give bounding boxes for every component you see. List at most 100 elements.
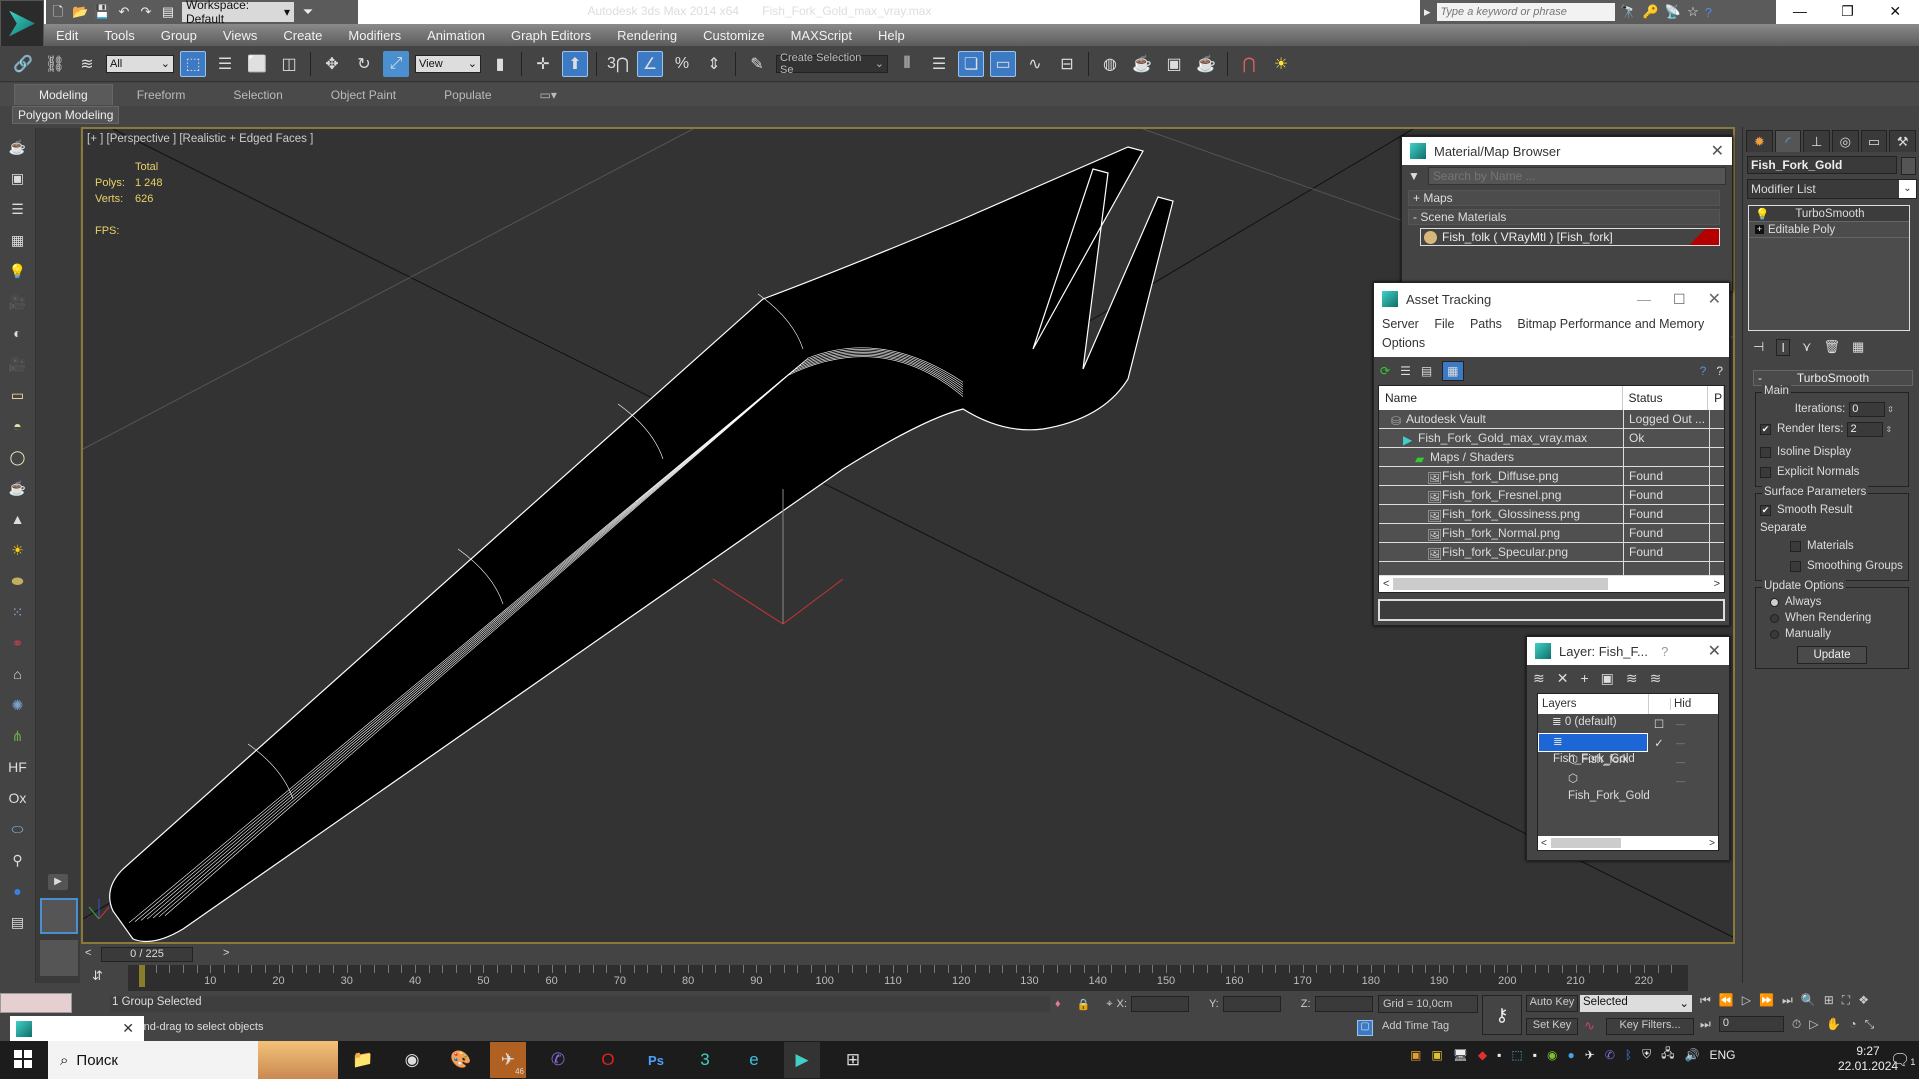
menu-options[interactable]: Options xyxy=(1382,336,1425,350)
tray-app-icon[interactable]: ◆ xyxy=(1478,1048,1487,1062)
rotate-icon[interactable]: ↻ xyxy=(351,51,377,77)
telegram-tray-icon[interactable]: ● xyxy=(1568,1048,1575,1062)
column-hide[interactable]: Hid xyxy=(1670,698,1691,710)
render-setup-icon[interactable]: ☕ xyxy=(1129,51,1155,77)
teapot-icon[interactable]: ☕ xyxy=(7,136,29,158)
display-tab-icon[interactable]: ▭ xyxy=(1860,130,1888,152)
select-object-icon[interactable]: ⬚ xyxy=(180,50,206,77)
help-icon[interactable]: ? xyxy=(1700,364,1707,378)
zoom-extents-icon[interactable]: ⛶ xyxy=(1842,993,1850,1008)
key-filters-button[interactable]: Key Filters... xyxy=(1606,1018,1694,1035)
bluetooth-icon[interactable]: ᛒ xyxy=(1625,1048,1632,1062)
x-field[interactable] xyxy=(1130,996,1189,1012)
configure-sets-icon[interactable]: ▦ xyxy=(1852,339,1864,356)
script-icon[interactable]: ▤ xyxy=(7,911,29,933)
minimized-max-window[interactable]: ✕ xyxy=(10,1016,144,1041)
single-viewport-layout[interactable] xyxy=(40,898,78,934)
polygon-modeling-panel[interactable]: Polygon Modeling xyxy=(12,106,120,124)
close-button[interactable]: ✕ xyxy=(1708,289,1721,309)
expand-layouts-icon[interactable]: ▶ xyxy=(48,874,68,890)
keyword-search-input[interactable] xyxy=(1436,3,1615,21)
zoom-all-icon[interactable]: ⊞ xyxy=(1824,993,1834,1008)
3dsmax-active-icon[interactable]: ▶ xyxy=(784,1042,820,1078)
modifier-list-dropdown[interactable]: Modifier List ⌄ xyxy=(1747,179,1917,199)
window-crossing-icon[interactable]: ◫ xyxy=(276,51,302,77)
layer-manager-icon[interactable]: ❏ xyxy=(958,50,984,77)
menu-tools[interactable]: Tools xyxy=(104,28,134,43)
photoshop-icon[interactable]: Ps xyxy=(641,1046,671,1074)
viber-tray-icon[interactable]: ✆ xyxy=(1605,1048,1615,1062)
percent-snap-icon[interactable]: % xyxy=(669,51,695,77)
lock-icon[interactable]: 🔒 xyxy=(1077,998,1091,1011)
maximize-button[interactable]: ☐ xyxy=(1673,291,1686,308)
reference-coord-dropdown[interactable]: View ⌄ xyxy=(415,54,481,73)
column-proxy[interactable]: Pr xyxy=(1708,386,1724,410)
z-field[interactable] xyxy=(1314,996,1373,1012)
time-tag-icon[interactable]: ▢ xyxy=(1357,1020,1373,1036)
set-key-button[interactable]: Set Key xyxy=(1526,1018,1578,1035)
key-icon[interactable]: 🔑 xyxy=(1643,4,1659,20)
stack-item-editable-poly[interactable]: + Editable Poly xyxy=(1749,222,1909,238)
select-manipulate-icon[interactable]: ✛ xyxy=(530,51,556,77)
asset-hscrollbar[interactable]: < > xyxy=(1379,576,1724,592)
close-icon[interactable]: ✕ xyxy=(1708,641,1721,661)
expand-icon[interactable]: ▸ xyxy=(1424,4,1431,20)
iterations-spinner[interactable]: 0 xyxy=(1849,401,1886,417)
go-to-end-icon[interactable]: ⏭ xyxy=(1782,993,1793,1008)
vray-fur-icon[interactable]: ✺ xyxy=(7,694,29,716)
turbosmooth-rollout-header[interactable]: - TurboSmooth xyxy=(1753,370,1913,386)
layer-titlebar[interactable]: Layer: Fish_F...? ✕ xyxy=(1527,637,1729,665)
workspace-dropdown[interactable]: Workspace: Default ▾ xyxy=(182,0,294,26)
new-file-icon[interactable]: 🗋 xyxy=(50,4,66,20)
asset-row[interactable]: 🖼Fish_fork_Diffuse.png Found xyxy=(1379,467,1724,486)
help-icon[interactable]: ? xyxy=(1705,5,1712,20)
hide-toggle[interactable]: — xyxy=(1676,738,1685,748)
rect-selection-icon[interactable]: ⬜ xyxy=(244,51,270,77)
vray-sphere-icon[interactable]: ⚭ xyxy=(7,632,29,654)
open-file-icon[interactable]: 📂 xyxy=(72,4,88,20)
telegram-icon[interactable]: ✈ 46 xyxy=(490,1042,526,1078)
unlink-icon[interactable]: ⛓ xyxy=(42,51,68,77)
zoom-icon[interactable]: 🔍 xyxy=(1801,993,1816,1008)
prev-frame-button[interactable]: < xyxy=(85,947,91,959)
time-slider-thumb[interactable]: 0 / 225 xyxy=(101,947,193,962)
angle-snap-icon[interactable]: ∠ xyxy=(637,50,663,77)
menu-group[interactable]: Group xyxy=(161,28,197,43)
delete-layer-icon[interactable]: ✕ xyxy=(1557,670,1569,687)
light-lister-icon[interactable]: 💡 xyxy=(7,260,29,282)
project-folder-icon[interactable]: ▤ xyxy=(160,4,176,20)
layer-row[interactable]: ≣ 0 (default) ☐ — xyxy=(1538,714,1718,733)
spot-light-icon[interactable]: ▲ xyxy=(7,508,29,530)
menu-animation[interactable]: Animation xyxy=(427,28,485,43)
redo-icon[interactable]: ↷ xyxy=(138,4,154,20)
move-icon[interactable]: ✥ xyxy=(319,51,345,77)
sun-light-icon[interactable]: ☀ xyxy=(7,539,29,561)
remove-modifier-icon[interactable]: 🗑 xyxy=(1823,339,1840,356)
layer-row[interactable]: ⬡ Fish_fork — xyxy=(1538,752,1718,771)
edge-icon[interactable]: e xyxy=(739,1046,769,1074)
asset-path-field[interactable] xyxy=(1378,599,1725,621)
column-name[interactable]: Name xyxy=(1379,386,1623,410)
material-picker-icon[interactable]: ⚲ xyxy=(7,849,29,871)
restore-button[interactable]: ❐ xyxy=(1824,0,1872,24)
scroll-right-icon[interactable]: > xyxy=(1709,838,1715,849)
ornatrix-icon[interactable]: Ox xyxy=(7,787,29,809)
key-mode-dropdown[interactable]: Selected ⌄ xyxy=(1580,995,1692,1012)
smooth-result-checkbox[interactable]: ✔ xyxy=(1760,504,1771,516)
file-explorer-icon[interactable]: 📁 xyxy=(348,1046,378,1074)
isolate-icon[interactable]: ♦ xyxy=(1055,998,1061,1010)
maxscript-mini-listener[interactable] xyxy=(0,993,72,1013)
pan-icon[interactable]: ✋ xyxy=(1826,1017,1841,1031)
close-icon[interactable]: ✕ xyxy=(1711,141,1724,161)
vault-help-icon[interactable]: ? xyxy=(1716,364,1723,378)
menu-graph-editors[interactable]: Graph Editors xyxy=(511,28,591,43)
maps-section[interactable]: + Maps xyxy=(1408,190,1720,206)
language-indicator[interactable]: ENG xyxy=(1709,1048,1735,1062)
selection-filter-dropdown[interactable]: All ⌄ xyxy=(106,54,174,73)
viber-icon[interactable]: ✆ xyxy=(543,1046,573,1074)
scroll-left-icon[interactable]: < xyxy=(1541,838,1547,849)
keyboard-shortcut-override-icon[interactable]: ⬆ xyxy=(562,50,588,77)
asset-tracking-titlebar[interactable]: Asset Tracking — ☐ ✕ xyxy=(1374,283,1729,315)
hide-toggle[interactable]: — xyxy=(1676,776,1685,786)
bind-spacewarp-icon[interactable]: ≋ xyxy=(74,51,100,77)
